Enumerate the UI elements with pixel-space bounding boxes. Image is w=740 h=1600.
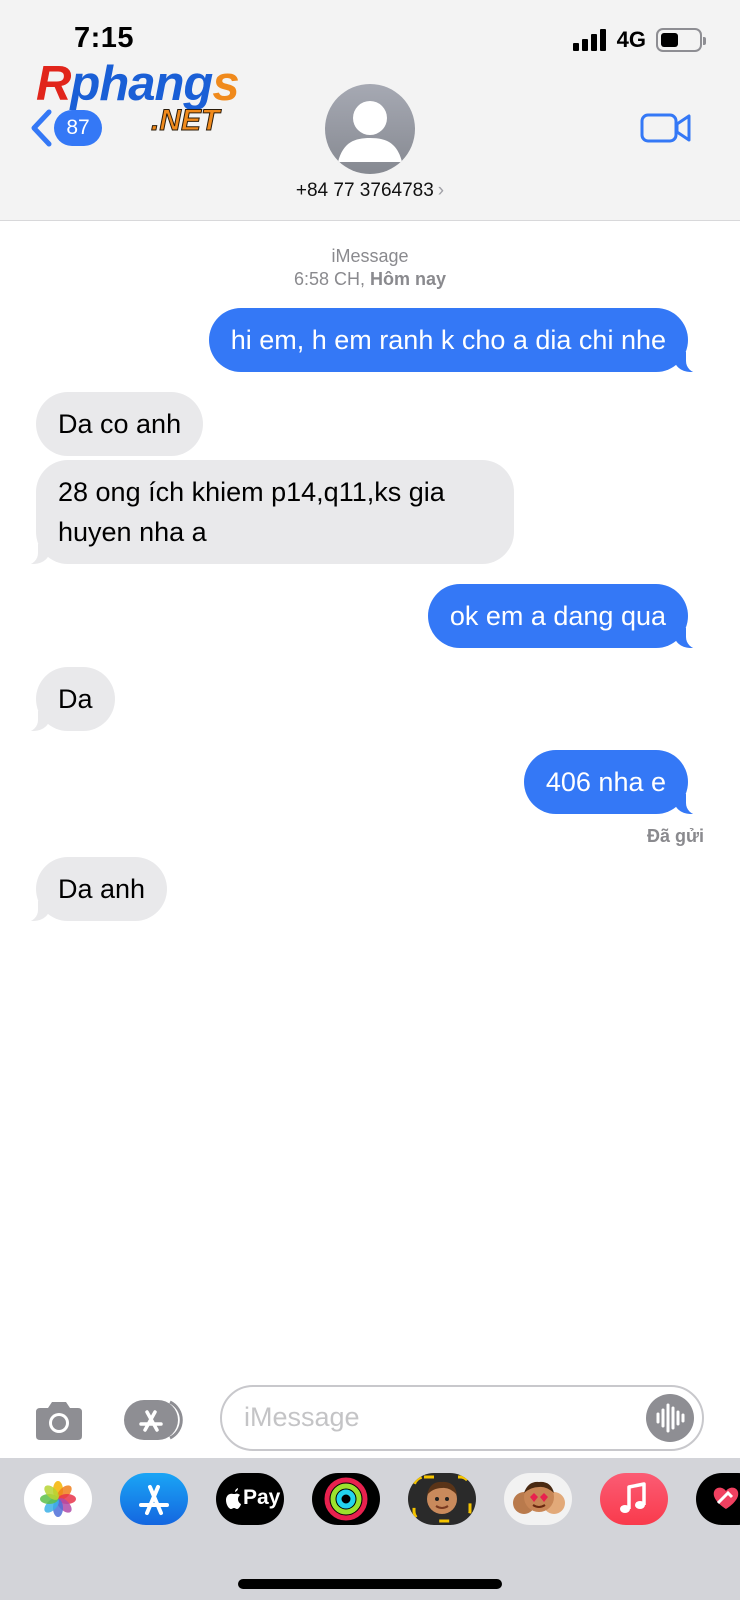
message-bubble-outgoing[interactable]: ok em a dang qua <box>427 584 707 649</box>
person-silhouette-icon <box>338 101 402 162</box>
audio-message-button[interactable] <box>646 1394 694 1442</box>
apple-pay-label: Pay <box>243 1486 281 1509</box>
unread-badge[interactable]: 87 <box>54 110 102 146</box>
delivered-status: Đã gửi <box>646 826 704 846</box>
contact-avatar[interactable] <box>325 84 415 174</box>
activity-icon[interactable] <box>312 1473 380 1525</box>
battery-icon <box>656 28 706 52</box>
network-type: 4G <box>616 27 646 52</box>
message-bubble-incoming[interactable]: Da anh <box>17 857 168 922</box>
camera-icon[interactable] <box>32 1400 86 1442</box>
contact-number: +84 77 3764783 <box>295 180 434 201</box>
facetime-video-icon[interactable] <box>640 110 692 146</box>
thread-timestamp: 6:58 CH, Hôm nay <box>293 269 447 289</box>
contact-name-row[interactable]: +84 77 3764783 › <box>0 180 740 202</box>
signal-icon <box>572 29 609 51</box>
digital-touch-icon[interactable] <box>696 1473 740 1525</box>
thread-meta: iMessage 6:58 CH, Hôm nay <box>0 245 740 291</box>
back-chevron-icon[interactable] <box>28 108 54 148</box>
photos-icon[interactable] <box>24 1473 92 1525</box>
message-input-placeholder: iMessage <box>244 1402 360 1432</box>
status-indicators: 4G <box>572 26 706 54</box>
waveform-icon <box>656 1403 685 1433</box>
message-bubble-incoming[interactable]: Da <box>18 667 115 732</box>
apps-button-icon[interactable] <box>124 1398 190 1442</box>
home-indicator[interactable] <box>238 1579 502 1589</box>
music-icon[interactable] <box>600 1473 668 1525</box>
message-bubble-outgoing[interactable]: hi em, h em ranh k cho a dia chi nhe <box>208 308 707 373</box>
memoji-stickers-icon[interactable] <box>504 1473 572 1525</box>
memoji-icon[interactable] <box>408 1473 476 1525</box>
conversation-header: 7:15 4G Rphangs .NET 87 +84 77 3764783 › <box>0 0 740 221</box>
chevron-right-icon: › <box>437 180 445 201</box>
message-input[interactable]: iMessage <box>220 1385 704 1451</box>
apple-pay-icon[interactable]: Pay <box>216 1473 284 1525</box>
message-bubble-incoming[interactable]: Da co anh <box>36 392 204 456</box>
service-label: iMessage <box>331 246 409 266</box>
message-bubble-incoming[interactable]: 28 ong ích khiem p14,q11,ks gia huyen nh… <box>18 460 514 565</box>
app-store-icon[interactable] <box>120 1473 188 1525</box>
status-time: 7:15 <box>74 22 135 54</box>
message-bubble-outgoing[interactable]: 406 nha e <box>523 750 707 815</box>
